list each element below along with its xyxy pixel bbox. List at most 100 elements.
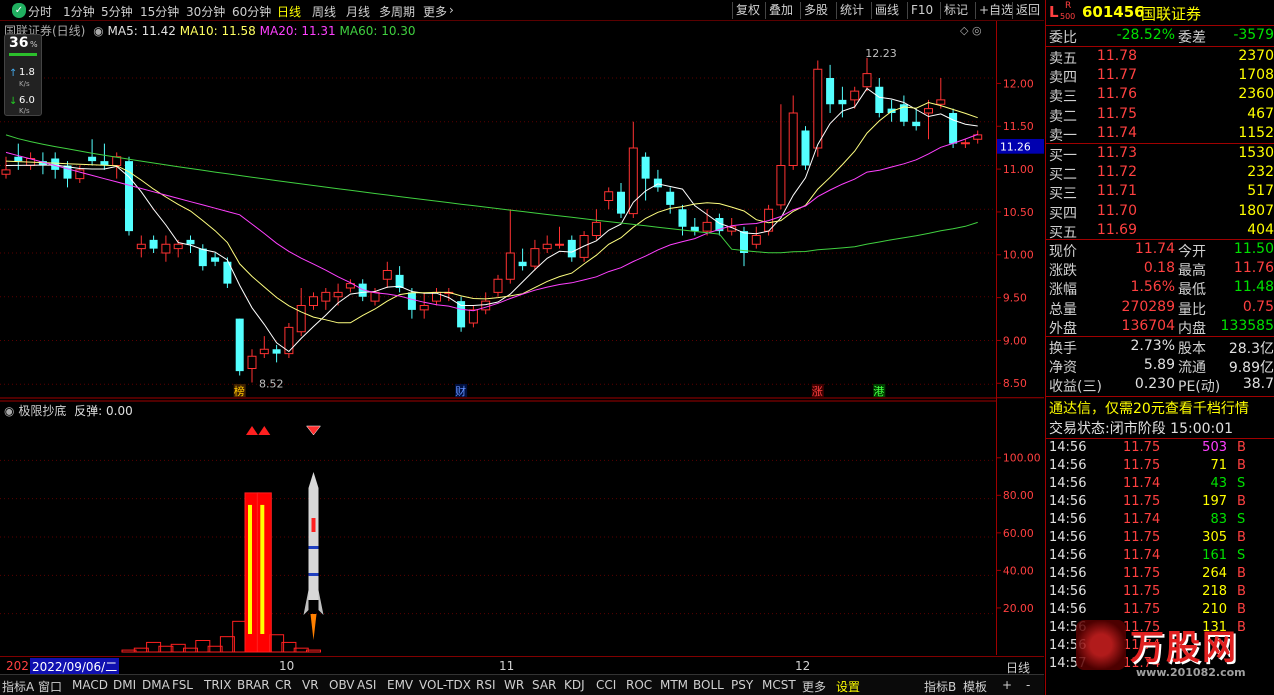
add-icon[interactable]: + <box>1002 678 1012 692</box>
indicator-tab-10[interactable]: OBV <box>329 678 355 692</box>
indicator-tab-18[interactable]: CCI <box>596 678 616 692</box>
indicator-tab-24[interactable]: 更多 <box>802 678 826 695</box>
indicator-tab-0[interactable]: 指标A <box>2 678 34 695</box>
candle-11 <box>136 235 146 258</box>
indicator-tab-21[interactable]: BOLL <box>693 678 724 692</box>
period-tab-9[interactable]: 多周期 <box>379 3 415 20</box>
chart-options-icon[interactable]: ◇ ◎ <box>960 24 982 37</box>
candle-75 <box>924 99 933 140</box>
period-tab-2[interactable]: 5分钟 <box>101 3 133 20</box>
indicator-tab-4[interactable]: DMA <box>142 678 170 692</box>
indicator-tab-15[interactable]: WR <box>504 678 524 692</box>
ask-row-1[interactable]: 卖四 11.77 1708 <box>1046 67 1274 86</box>
period-tab-8[interactable]: 月线 <box>346 3 370 20</box>
candle-68 <box>838 86 847 118</box>
stat-row-stats2-0: 换手 2.73% 股本 28.3亿 <box>1046 338 1274 357</box>
candle-43 <box>530 239 540 271</box>
toolbar-button-2[interactable]: 多股 <box>800 2 831 19</box>
bid-row-1[interactable]: 买二 11.72 232 <box>1046 164 1274 183</box>
indicator-tab-7[interactable]: BRAR <box>237 678 270 692</box>
toolbar-button-1[interactable]: 叠加 <box>765 2 796 19</box>
indicator-tab-14[interactable]: RSI <box>476 678 496 692</box>
buy-signal-1 <box>258 426 271 435</box>
more-chevron-icon[interactable]: › <box>449 3 454 17</box>
indicator-tab-9[interactable]: VR <box>302 678 319 692</box>
indicator-tab-2[interactable]: MACD <box>72 678 108 692</box>
candle-body-31 <box>382 270 392 280</box>
period-tab-5[interactable]: 60分钟 <box>232 3 271 20</box>
ask-row-3[interactable]: 卖二 11.75 467 <box>1046 106 1274 125</box>
toolbar-button-4[interactable]: 画线 <box>871 2 902 19</box>
indicator-tab-20[interactable]: MTM <box>660 678 688 692</box>
ma-line-ma10 <box>5 101 978 324</box>
period-tab-0[interactable]: 分时 <box>28 3 52 20</box>
y-tick-4: 10.00 <box>1003 249 1034 262</box>
shield-icon[interactable]: ✓ <box>12 3 26 18</box>
network-speed-widget[interactable]: 36 % ↑ 1.8 K/s ↓ 6.0 K/s <box>4 34 42 116</box>
indicator-tab-11[interactable]: ASI <box>357 678 376 692</box>
candle-body-49 <box>604 191 614 201</box>
toolbar-button-6[interactable]: 标记 <box>940 2 971 19</box>
candle-76 <box>936 78 946 109</box>
period-tab-10[interactable]: 更多 <box>423 3 447 20</box>
settings-icon[interactable]: ◉ <box>93 24 103 38</box>
indicator-tab-12[interactable]: EMV <box>387 678 413 692</box>
buy-signal-0 <box>246 426 258 435</box>
ask-row-4[interactable]: 卖一 11.74 1152 <box>1046 125 1274 144</box>
candle-body-70 <box>862 73 872 88</box>
ask-row-0[interactable]: 卖五 11.78 2370 <box>1046 48 1274 67</box>
period-tab-7[interactable]: 周线 <box>312 3 336 20</box>
indicator-tab-16[interactable]: SAR <box>532 678 556 692</box>
toolbar-button-8[interactable]: 返回 <box>1012 2 1043 19</box>
indicator-settings-icon[interactable]: ◉ <box>4 404 14 418</box>
ask-row-2[interactable]: 卖三 11.76 2360 <box>1046 86 1274 105</box>
tick-time-8: 14:56 <box>1049 584 1087 599</box>
candle-body-61 <box>751 235 761 245</box>
indicator-tab-13[interactable]: VOL-TDX <box>419 678 471 692</box>
period-tab-4[interactable]: 30分钟 <box>186 3 225 20</box>
bid-row-4[interactable]: 买五 11.69 404 <box>1046 222 1274 241</box>
indicator-tab-26[interactable]: 指标B <box>924 678 956 695</box>
kline-chart[interactable]: 12.23 8.52 榜 财 涨 港 <box>0 21 996 399</box>
tick-side-0: B <box>1237 440 1246 455</box>
tick-side-5: B <box>1237 530 1246 545</box>
toolbar-button-5[interactable]: F10 <box>907 2 936 19</box>
weibi-label: 委比 <box>1049 30 1077 46</box>
indicator-tab-22[interactable]: PSY <box>731 678 753 692</box>
gem-signal-icon <box>305 425 322 436</box>
indicator-tab-8[interactable]: CR <box>275 678 292 692</box>
promo-banner[interactable]: 通达信，仅需20元查看千档行情 <box>1046 398 1274 417</box>
download-unit: K/s <box>19 107 30 115</box>
period-tab-1[interactable]: 1分钟 <box>63 3 95 20</box>
indicator-chart[interactable] <box>0 400 996 655</box>
ask-volume-4: 1152 <box>1238 124 1274 141</box>
toolbar-button-0[interactable]: 复权 <box>732 2 763 19</box>
indicator-tab-5[interactable]: FSL <box>172 678 193 692</box>
rocket-band-2 <box>308 573 319 576</box>
tick-side-1: B <box>1237 458 1246 473</box>
bid-row-3[interactable]: 买四 11.70 1807 <box>1046 203 1274 222</box>
event-marker-0: 榜 <box>234 384 245 398</box>
indicator-tab-1[interactable]: 窗口 <box>38 678 62 695</box>
candle-56 <box>690 218 699 236</box>
candle-74 <box>912 108 921 131</box>
indicator-tab-27[interactable]: 模板 <box>963 678 987 695</box>
bid-row-0[interactable]: 买一 11.73 1530 <box>1046 145 1274 164</box>
toolbar-button-7[interactable]: +自选 <box>975 2 1016 19</box>
y-tick-0: 12.00 <box>1003 77 1034 90</box>
indicator-tab-17[interactable]: KDJ <box>564 678 585 692</box>
bid-price-4: 11.69 <box>1096 221 1137 238</box>
period-tab-3[interactable]: 15分钟 <box>140 3 179 20</box>
indicator-tab-19[interactable]: ROC <box>626 678 652 692</box>
minus-icon[interactable]: - <box>1026 678 1030 692</box>
promo-text[interactable]: 通达信，仅需20元查看千档行情 <box>1049 398 1249 418</box>
indicator-tab-25[interactable]: 设置 <box>836 678 860 695</box>
indicator-tab-3[interactable]: DMI <box>113 678 136 692</box>
tick-row-6: 14:56 11.74 161 S <box>1046 548 1274 566</box>
period-tab-6[interactable]: 日线 <box>277 3 301 20</box>
bid-row-2[interactable]: 买三 11.71 517 <box>1046 183 1274 202</box>
toolbar-button-3[interactable]: 统计 <box>836 2 867 19</box>
indicator-tab-6[interactable]: TRIX <box>204 678 231 692</box>
indicator-tab-23[interactable]: MCST <box>762 678 796 692</box>
upload-unit: K/s <box>19 80 30 88</box>
